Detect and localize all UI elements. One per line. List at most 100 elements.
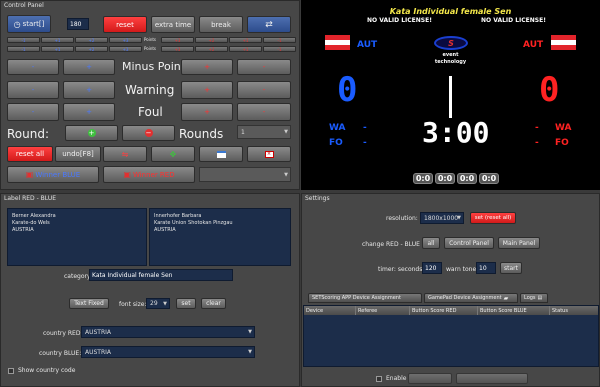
undo-button[interactable]: undo[F8] bbox=[55, 146, 101, 162]
fullscreen-button[interactable]: ✥ bbox=[151, 146, 195, 162]
foul-red-minus[interactable]: - bbox=[237, 103, 291, 121]
score-box-1: 0:0 bbox=[413, 173, 433, 184]
country-blue-select[interactable]: AUSTRIA ▼ bbox=[81, 346, 255, 358]
points-label: Points bbox=[144, 46, 157, 51]
clear-button[interactable]: clear bbox=[201, 298, 226, 309]
enable-action-button-2[interactable] bbox=[456, 373, 528, 384]
enable-label: Enable bbox=[386, 375, 407, 382]
swap-arrows-icon: ⇄ bbox=[265, 19, 273, 30]
country-red-select[interactable]: AUSTRIA ▼ bbox=[81, 326, 255, 338]
blue-points-btn[interactable]: +1 bbox=[41, 46, 74, 52]
blue-points-btn[interactable]: +3 bbox=[109, 37, 142, 43]
th-referee[interactable]: Referee bbox=[356, 306, 410, 315]
th-status[interactable]: Status bbox=[550, 306, 598, 315]
window-button[interactable] bbox=[199, 146, 243, 162]
time-input[interactable]: 180 bbox=[67, 18, 89, 30]
scoreboard-preview: Kata Individual female Sen NO VALID LICE… bbox=[301, 0, 600, 190]
reset-all-button[interactable]: reset all bbox=[7, 146, 53, 162]
red-athlete-box[interactable]: Innerhofer Barbara Karate Union Shotokan… bbox=[149, 208, 291, 266]
winner-blue-button[interactable]: ▣ Winner BLUE bbox=[7, 166, 99, 183]
label-panel-title: Label RED - BLUE bbox=[4, 195, 56, 202]
font-size-select[interactable]: 29 ▼ bbox=[146, 298, 170, 309]
license-warning-left: NO VALID LICENSE! bbox=[367, 17, 432, 24]
break-button[interactable]: break bbox=[199, 16, 243, 33]
start-button[interactable]: ◷ start[] bbox=[7, 15, 51, 33]
warning-blue-plus[interactable]: + bbox=[63, 81, 115, 99]
foul-blue-minus[interactable]: - bbox=[7, 103, 59, 121]
start-label: start[] bbox=[22, 20, 45, 28]
blue-points-btn[interactable]: -1 bbox=[7, 37, 40, 43]
country-left: AUT bbox=[357, 40, 378, 50]
red-points-btn[interactable]: -1 bbox=[263, 37, 296, 43]
warning-blue-minus[interactable]: - bbox=[7, 81, 59, 99]
timer-start-button[interactable]: start bbox=[500, 262, 522, 274]
wa-right: WA bbox=[555, 123, 572, 133]
minus-point-blue-minus[interactable]: - bbox=[7, 59, 59, 75]
th-button-score-blue[interactable]: Button Score BLUE bbox=[478, 306, 550, 315]
blue-points-btn[interactable]: -1 bbox=[7, 46, 40, 52]
swap-sides-button[interactable]: ⇄ bbox=[247, 16, 291, 33]
red-points-btn[interactable]: +1 bbox=[229, 46, 262, 52]
font-size-label: font size: bbox=[119, 301, 147, 308]
all-button[interactable]: all bbox=[422, 237, 440, 249]
foul-red-plus[interactable]: + bbox=[181, 103, 233, 121]
fo-right-value: - bbox=[535, 138, 539, 148]
blue-athlete-box[interactable]: Berner Alexandra Karate-do Wels AUSTRIA bbox=[7, 208, 147, 266]
winner-red-label: Winner RED bbox=[132, 170, 175, 179]
tab-gamepad-label: GamePad Device Assignment bbox=[428, 295, 502, 301]
minus-point-blue-plus[interactable]: + bbox=[63, 59, 115, 75]
country-red-value: AUSTRIA bbox=[85, 328, 112, 336]
warning-red-minus[interactable]: - bbox=[237, 81, 291, 99]
resolution-select[interactable]: 1800x1000 ▼ bbox=[420, 212, 464, 224]
th-device[interactable]: Device bbox=[304, 306, 356, 315]
tab-logs[interactable]: Logs ▤ bbox=[520, 293, 548, 303]
score-box-2: 0:0 bbox=[435, 173, 455, 184]
enable-action-button-1[interactable] bbox=[408, 373, 452, 384]
red-points-btn[interactable]: +3 bbox=[161, 37, 194, 43]
rounds-label: Rounds bbox=[179, 127, 224, 141]
round-decrease-button[interactable]: − bbox=[122, 125, 175, 141]
foul-blue-plus[interactable]: + bbox=[63, 103, 115, 121]
set-reset-all-button[interactable]: set (reset all) bbox=[470, 212, 516, 224]
chevron-down-icon: ▼ bbox=[248, 349, 252, 355]
red-points-btn[interactable]: +1 bbox=[229, 37, 262, 43]
show-country-code-checkbox[interactable] bbox=[8, 368, 14, 374]
winner-select[interactable]: ▼ bbox=[199, 167, 291, 182]
red-points-btn[interactable]: +2 bbox=[195, 37, 228, 43]
close-window-button[interactable]: × bbox=[247, 146, 291, 162]
close-window-icon: × bbox=[264, 150, 274, 158]
timer-seconds-input[interactable]: 120 bbox=[422, 262, 442, 274]
blue-points-btn[interactable]: +2 bbox=[75, 46, 108, 52]
minus-point-red-plus[interactable]: + bbox=[181, 59, 233, 75]
control-panel-button[interactable]: Control Panel bbox=[444, 237, 494, 249]
category-input[interactable]: Kata Individual female Sen bbox=[89, 269, 233, 281]
blue-points-btn[interactable]: +3 bbox=[109, 46, 142, 52]
main-panel-button[interactable]: Main Panel bbox=[498, 237, 540, 249]
logo-text-1: event bbox=[442, 52, 459, 58]
set-button[interactable]: set bbox=[176, 298, 196, 309]
enable-checkbox[interactable] bbox=[376, 376, 382, 382]
scoreboard-title: Kata Individual female Sen bbox=[389, 7, 512, 16]
round-increase-button[interactable]: + bbox=[65, 125, 118, 141]
red-points-btn[interactable]: +2 bbox=[195, 46, 228, 52]
chevron-down-icon: ▼ bbox=[457, 215, 461, 221]
warn-tone-input[interactable]: 10 bbox=[476, 262, 496, 274]
reset-button[interactable]: reset bbox=[103, 16, 147, 33]
tab-gamepad[interactable]: GamePad Device Assignment ▰ bbox=[424, 293, 518, 303]
warning-red-plus[interactable]: + bbox=[181, 81, 233, 99]
rounds-select[interactable]: 1 ▼ bbox=[237, 125, 291, 139]
red-points-btn[interactable]: -1 bbox=[263, 46, 296, 52]
chevron-down-icon: ▼ bbox=[284, 171, 288, 178]
blue-points-btn[interactable]: +1 bbox=[41, 37, 74, 43]
winner-red-button[interactable]: ▣ Winner RED bbox=[103, 166, 195, 183]
blue-points-btn[interactable]: +2 bbox=[75, 37, 108, 43]
logo-mark-icon: S bbox=[448, 38, 454, 48]
minus-point-red-minus[interactable]: - bbox=[237, 59, 291, 75]
th-button-score-red[interactable]: Button Score RED bbox=[410, 306, 478, 315]
toggle-winner-button[interactable]: ⇋ bbox=[103, 146, 147, 162]
extra-time-button[interactable]: extra time bbox=[151, 16, 195, 33]
text-fixed-select[interactable]: Text Fixed bbox=[69, 298, 109, 309]
red-points-btn[interactable]: +3 bbox=[161, 46, 194, 52]
fo-right: FO bbox=[555, 138, 569, 148]
tab-setscoring-app[interactable]: SETScoring APP Device Assignment bbox=[308, 293, 422, 303]
